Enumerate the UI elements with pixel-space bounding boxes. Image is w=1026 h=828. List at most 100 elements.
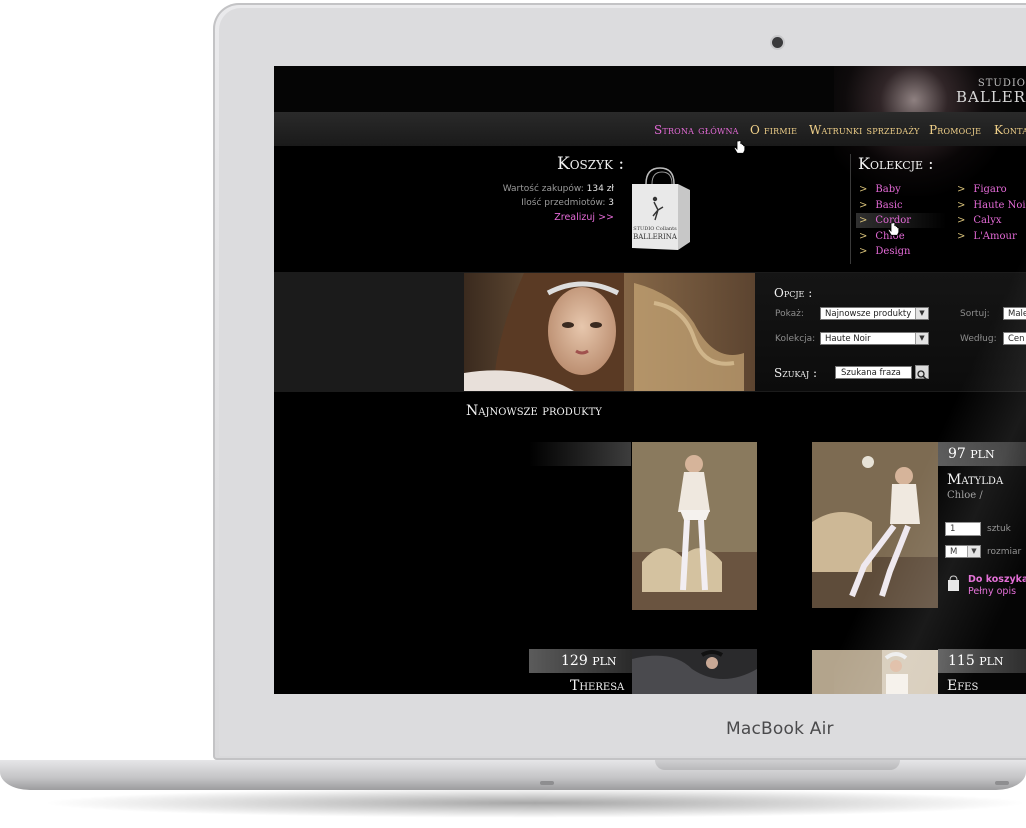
collection-label: Calyx bbox=[973, 215, 1002, 226]
collection-label: Basic bbox=[875, 200, 903, 211]
show-select-value: Najnowsze produkty bbox=[825, 309, 912, 319]
cart-bag-icon bbox=[947, 575, 960, 596]
collection-label: Figaro bbox=[973, 184, 1007, 195]
price-currency: PLN bbox=[979, 655, 1004, 668]
bullet-icon: > bbox=[957, 231, 966, 242]
collection-select-value: Haute Noir bbox=[825, 334, 871, 344]
device-brand: MacBook Air bbox=[726, 719, 834, 739]
collection-lamour[interactable]: > L'Amour bbox=[957, 231, 1017, 242]
cart-count-row: Ilość przedmiotów: 3 bbox=[474, 198, 614, 208]
collection-label: Haute Noir bbox=[973, 200, 1026, 211]
size-select[interactable]: M ▼ bbox=[945, 545, 981, 558]
search-button[interactable] bbox=[915, 365, 929, 381]
search-label: Szukaj : bbox=[774, 366, 818, 380]
nav-terms[interactable]: Watrunki sprzedaży bbox=[809, 123, 920, 137]
chevron-down-icon: ▼ bbox=[915, 308, 928, 319]
laptop-foot bbox=[995, 781, 1009, 785]
bullet-icon: > bbox=[859, 200, 868, 211]
product-image[interactable] bbox=[632, 442, 757, 610]
collection-select[interactable]: Haute Noir ▼ bbox=[820, 332, 929, 345]
bullet-icon: > bbox=[957, 215, 966, 226]
price-value: 115 bbox=[948, 653, 975, 669]
laptop-notch bbox=[655, 760, 900, 770]
size-select-value: M bbox=[950, 547, 958, 557]
cart-value-label: Wartość zakupów: bbox=[502, 184, 584, 194]
by-select[interactable]: Cen bbox=[1003, 332, 1026, 345]
cart-value: 134 zł bbox=[586, 184, 614, 194]
nav-contact[interactable]: Konta bbox=[994, 123, 1026, 137]
logo-main: BALLER bbox=[955, 88, 1026, 106]
collection-label: Design bbox=[875, 246, 911, 257]
product-image[interactable] bbox=[632, 649, 757, 694]
checkout-link[interactable]: Zrealizuj >> bbox=[474, 212, 614, 223]
sort-label: Sortuj: bbox=[960, 309, 990, 319]
price-currency: PLN bbox=[970, 448, 995, 461]
chevron-down-icon: ▼ bbox=[967, 546, 980, 557]
cart-count: 3 bbox=[608, 198, 614, 208]
product-image[interactable] bbox=[812, 650, 938, 694]
bullet-icon: > bbox=[859, 231, 868, 242]
sort-select-value: Male bbox=[1008, 309, 1026, 319]
quantity-input[interactable]: 1 bbox=[945, 522, 981, 536]
product-image[interactable] bbox=[812, 442, 938, 608]
products-title: Najnowsze produkty bbox=[466, 403, 602, 419]
shopping-bag-icon[interactable]: STUDIO Collants BALLERINA bbox=[628, 162, 692, 258]
collection-haute-noir[interactable]: > Haute Noir bbox=[957, 200, 1026, 211]
show-label: Pokaż: bbox=[775, 309, 804, 319]
collections-divider bbox=[850, 154, 851, 264]
bullet-icon: > bbox=[957, 200, 966, 211]
collection-cordor[interactable]: > Cordor bbox=[859, 215, 911, 226]
product-price: 115 PLN bbox=[938, 649, 1026, 673]
sort-select[interactable]: Male bbox=[1003, 307, 1026, 320]
price-value: 129 bbox=[561, 653, 588, 669]
nav-about[interactable]: O firmie bbox=[750, 123, 797, 137]
laptop-shadow bbox=[40, 788, 1026, 818]
camera-icon bbox=[772, 37, 783, 48]
product-price: 97 PLN bbox=[938, 442, 1026, 466]
price-currency: PLN bbox=[592, 655, 617, 668]
product-name[interactable]: Matylda bbox=[947, 472, 1003, 488]
collection-baby[interactable]: > Baby bbox=[859, 184, 901, 195]
cart-value-row: Wartość zakupów: 134 zł bbox=[474, 184, 614, 194]
product-header-bar bbox=[529, 442, 631, 466]
collection-figaro[interactable]: > Figaro bbox=[957, 184, 1007, 195]
collection-filter-label: Kolekcja: bbox=[775, 334, 816, 344]
search-icon bbox=[917, 370, 928, 381]
collections-title: Kolekcje : bbox=[858, 154, 934, 173]
bullet-icon: > bbox=[859, 184, 868, 195]
laptop-screen: STUDIO BALLER Strona główna O firmie Wat… bbox=[274, 66, 1026, 694]
nav-home[interactable]: Strona główna bbox=[654, 123, 739, 137]
options-title: Opcje : bbox=[774, 286, 813, 300]
collection-label: Baby bbox=[875, 184, 901, 195]
bag-text-1: STUDIO Collants bbox=[633, 226, 677, 232]
product-collection: Chloe / bbox=[947, 490, 983, 501]
add-to-cart-link[interactable]: Do koszyka bbox=[968, 574, 1026, 585]
full-description-link[interactable]: Pełny opis bbox=[968, 586, 1016, 597]
product-name[interactable]: Theresa bbox=[570, 678, 624, 694]
by-select-value: Cen bbox=[1008, 334, 1025, 344]
collection-label: L'Amour bbox=[973, 231, 1017, 242]
cart-title: Koszyk : bbox=[557, 154, 625, 174]
collection-basic[interactable]: > Basic bbox=[859, 200, 903, 211]
price-value: 97 bbox=[948, 446, 966, 462]
cart-count-label: Ilość przedmiotów: bbox=[521, 198, 606, 208]
nav-promotions[interactable]: Promocje bbox=[929, 123, 981, 137]
laptop-foot bbox=[540, 781, 554, 785]
size-label: rozmiar bbox=[987, 547, 1022, 557]
main-nav: Strona główna O firmie Watrunki sprzedaż… bbox=[274, 112, 1026, 146]
search-input[interactable]: Szukana fraza bbox=[835, 366, 912, 379]
show-select[interactable]: Najnowsze produkty ▼ bbox=[820, 307, 929, 320]
by-label: Według: bbox=[960, 334, 997, 344]
bullet-icon: > bbox=[859, 215, 868, 226]
collection-design[interactable]: > Design bbox=[859, 246, 911, 257]
collection-calyx[interactable]: > Calyx bbox=[957, 215, 1002, 226]
chevron-down-icon: ▼ bbox=[915, 333, 928, 344]
bullet-icon: > bbox=[859, 246, 868, 257]
bag-text-2: BALLERINA bbox=[633, 233, 678, 241]
banner-photo bbox=[464, 273, 755, 391]
product-name[interactable]: Efes bbox=[947, 678, 978, 694]
site-header: STUDIO BALLER bbox=[274, 66, 1026, 196]
quantity-label: sztuk bbox=[987, 524, 1011, 534]
product-price: 129 PLN bbox=[529, 649, 632, 673]
bullet-icon: > bbox=[957, 184, 966, 195]
